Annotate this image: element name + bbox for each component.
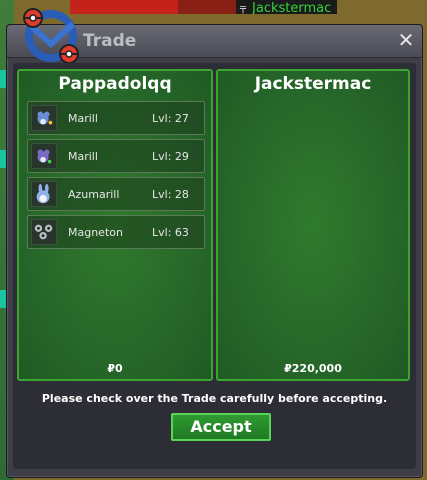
trade-notice: Please check over the Trade carefully be… [41, 392, 388, 405]
right-trader-panel: Jackstermac ₽220,000 [216, 69, 410, 381]
pokemon-name: Marill [68, 150, 98, 163]
left-trader-name: Pappadolqq [58, 74, 172, 94]
pokemon-slot[interactable]: Marill Lvl: 29 [27, 139, 205, 173]
trade-content: Pappadolqq Marill Lvl: 27 Marill Lvl: 29 [13, 63, 416, 469]
nametag-icon: ╤ [240, 3, 247, 14]
pokemon-level: Lvl: 28 [152, 188, 189, 201]
right-trader-name: Jackstermac [254, 74, 372, 94]
accept-button[interactable]: Accept [171, 413, 271, 441]
pokemon-slot[interactable]: Azumarill Lvl: 28 [27, 177, 205, 211]
background-roof [70, 0, 178, 14]
window-title: Trade [83, 31, 137, 51]
player-nametag[interactable]: ╤ Jackstermac [236, 0, 338, 14]
pokemon-name: Magneton [68, 226, 123, 239]
player-nametag-label: Jackstermac [252, 1, 332, 14]
trade-window: Trade ✕ Pappadolqq Marill Lvl: 27 Marill… [6, 8, 423, 478]
right-trader-money: ₽220,000 [284, 362, 342, 375]
pokemon-level: Lvl: 29 [152, 150, 189, 163]
pokemon-slot[interactable]: Magneton Lvl: 63 [27, 215, 205, 249]
background-roof [178, 0, 238, 14]
left-trader-money: ₽0 [107, 362, 123, 375]
left-trader-panel: Pappadolqq Marill Lvl: 27 Marill Lvl: 29 [17, 69, 213, 381]
azumarill-icon [31, 181, 57, 207]
close-button[interactable]: ✕ [396, 29, 416, 51]
pokemon-name: Azumarill [68, 188, 120, 201]
pokemon-name: Marill [68, 112, 98, 125]
marill-icon [31, 105, 57, 131]
pokeball-emblem-icon [23, 8, 79, 64]
pokemon-level: Lvl: 27 [152, 112, 189, 125]
pokemon-slot[interactable]: Marill Lvl: 27 [27, 101, 205, 135]
magneton-icon [31, 219, 57, 245]
marill-icon [31, 143, 57, 169]
pokemon-level: Lvl: 63 [152, 226, 189, 239]
